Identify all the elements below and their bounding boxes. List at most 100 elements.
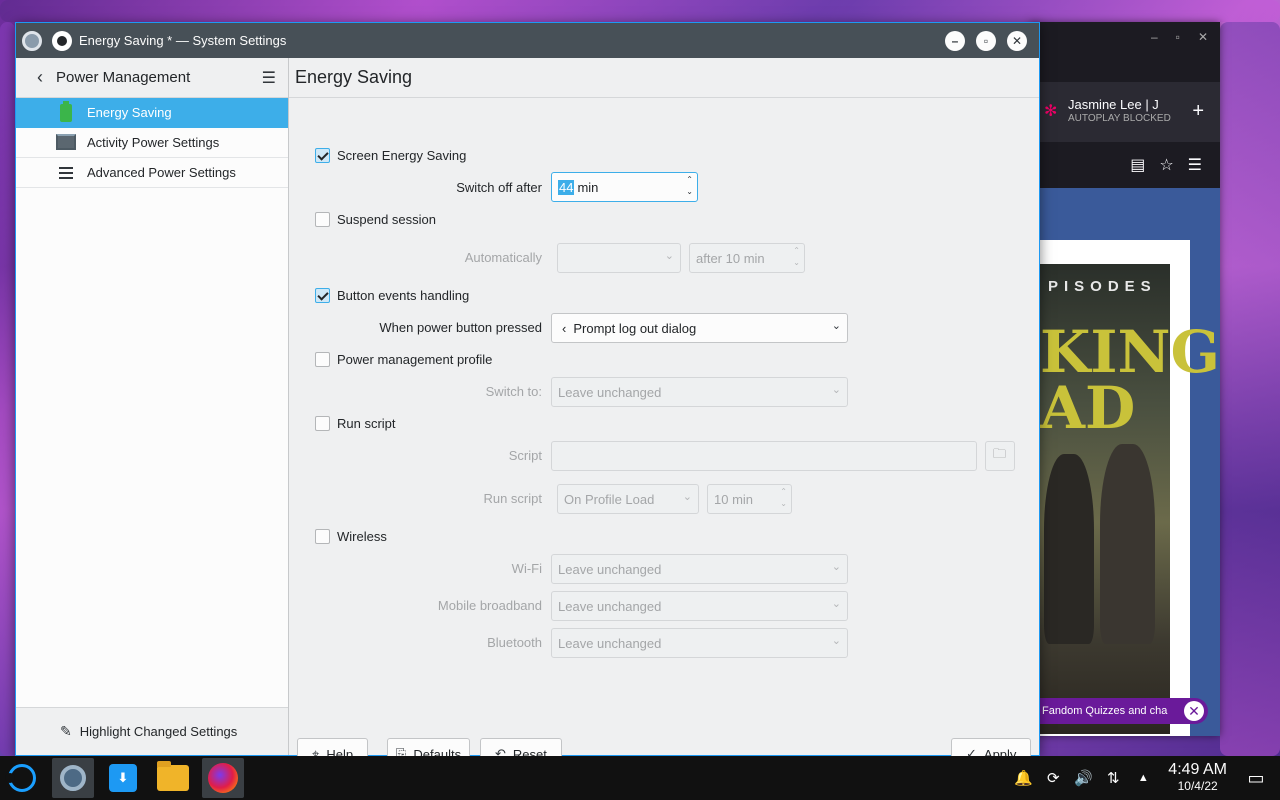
window-titlebar[interactable]: Energy Saving * — System Settings – ▫ ✕: [16, 23, 1039, 58]
clock-date: 10/4/22: [1177, 779, 1218, 793]
firefox-maximize-button[interactable]: ▫: [1176, 30, 1180, 44]
mobile-broadband-combobox[interactable]: Leave unchanged ⌄: [551, 591, 848, 621]
firefox-page-content[interactable]: PISODES KING AD Fandom Quizzes and cha ✕: [1040, 188, 1220, 736]
sidebar-menu-icon[interactable]: ☰: [262, 68, 276, 88]
automatically-label: Automatically: [464, 250, 542, 265]
pen-icon: ✎: [60, 723, 72, 739]
taskbar: ⬇ 🔔 ⟳ 🔊 ⇅ ▲ 4:49 AM 10/4/22 ▭: [0, 756, 1280, 800]
banner-close-icon[interactable]: ✕: [1184, 701, 1204, 721]
switch-to-combobox[interactable]: Leave unchanged ⌄: [551, 377, 848, 407]
wifi-label: Wi-Fi: [511, 561, 542, 576]
sidebar-item-label: Advanced Power Settings: [87, 165, 236, 180]
highlight-changed-settings-label: Highlight Changed Settings: [79, 724, 238, 739]
sidebar-item-activity-power-settings[interactable]: Activity Power Settings: [16, 128, 288, 158]
run-script-when-value: On Profile Load: [564, 491, 655, 507]
wireless-checkbox[interactable]: [315, 529, 330, 544]
reader-view-icon[interactable]: ▤: [1130, 155, 1145, 175]
run-script-when-combobox[interactable]: On Profile Load ⌄: [557, 484, 699, 514]
mobile-broadband-label: Mobile broadband: [437, 598, 542, 613]
button-events-row[interactable]: Button events handling: [315, 288, 469, 303]
switch-off-unit: min: [577, 179, 599, 195]
suspend-session-label: Suspend session: [337, 212, 437, 227]
battery-icon: [56, 100, 76, 122]
suspend-after-spinbox[interactable]: after 10 min ⌃ ⌄: [689, 243, 805, 273]
network-icon[interactable]: ⇅: [1103, 769, 1123, 787]
taskbar-system-settings[interactable]: [52, 758, 94, 798]
spin-arrows-icon[interactable]: ⌃ ⌄: [686, 174, 693, 198]
system-settings-icon: [60, 765, 86, 791]
button-events-label: Button events handling: [337, 288, 470, 303]
button-events-checkbox[interactable]: [315, 288, 330, 303]
sidebar-header: ‹ Power Management ☰: [16, 58, 288, 98]
run-script-row[interactable]: Run script: [315, 416, 396, 431]
firefox-close-button[interactable]: ✕: [1198, 30, 1208, 44]
browse-folder-button[interactable]: 🗀: [985, 441, 1015, 471]
taskbar-firefox[interactable]: [202, 758, 244, 798]
power-button-action-combobox[interactable]: ‹ Prompt log out dialog ⌄: [551, 313, 848, 343]
sidebar-item-label: Energy Saving: [87, 105, 172, 120]
sidebar-item-advanced-power-settings[interactable]: Advanced Power Settings: [16, 158, 288, 188]
list-icon: [56, 164, 76, 182]
spin-arrows-icon: ⌃ ⌄: [780, 487, 787, 508]
page-title: Energy Saving: [289, 58, 1039, 98]
site-favicon-icon: ✻: [1044, 103, 1058, 120]
poster-image: PISODES KING AD: [1040, 264, 1220, 734]
pm-profile-checkbox[interactable]: [315, 352, 330, 367]
volume-icon[interactable]: 🔊: [1073, 769, 1093, 787]
taskbar-discover[interactable]: ⬇: [102, 758, 144, 798]
automatically-combobox[interactable]: ⌄: [557, 243, 681, 273]
system-tray: 🔔 ⟳ 🔊 ⇅ ▲ 4:49 AM 10/4/22 ▭: [1008, 756, 1280, 800]
hamburger-menu-icon[interactable]: ☰: [1188, 155, 1202, 175]
firefox-window[interactable]: – ▫ ✕ ✻ Jasmine Lee | J AUTOPLAY BLOCKED…: [1030, 22, 1220, 736]
suspend-session-row[interactable]: Suspend session: [315, 212, 436, 227]
sidebar-item-label: Activity Power Settings: [87, 135, 220, 150]
close-button[interactable]: ✕: [1007, 31, 1027, 51]
updates-icon[interactable]: ⟳: [1043, 769, 1063, 787]
highlight-changed-settings-button[interactable]: ✎ Highlight Changed Settings: [16, 707, 288, 755]
firefox-tab[interactable]: Jasmine Lee | J AUTOPLAY BLOCKED: [1068, 98, 1171, 126]
switch-off-after-spinbox[interactable]: 44 min ⌃ ⌄: [551, 172, 698, 202]
clock[interactable]: 4:49 AM 10/4/22: [1168, 762, 1227, 794]
pin-icon[interactable]: [52, 30, 72, 51]
firefox-tab-bar: ✻ Jasmine Lee | J AUTOPLAY BLOCKED +: [1030, 82, 1220, 142]
fandom-banner[interactable]: Fandom Quizzes and cha ✕: [1040, 698, 1208, 724]
wifi-combobox[interactable]: Leave unchanged ⌄: [551, 554, 848, 584]
poster-figure: [1100, 444, 1155, 644]
pm-profile-row[interactable]: Power management profile: [315, 352, 492, 367]
sidebar-item-energy-saving[interactable]: Energy Saving: [16, 98, 288, 128]
window-title: Energy Saving * — System Settings: [79, 33, 287, 48]
screen-energy-saving-row[interactable]: Screen Energy Saving: [315, 148, 466, 163]
notifications-icon[interactable]: 🔔: [1013, 769, 1033, 787]
taskbar-file-manager[interactable]: [152, 758, 194, 798]
poster-card[interactable]: PISODES KING AD: [1040, 240, 1220, 736]
poster-heading: PISODES: [1048, 278, 1157, 295]
run-script-checkbox[interactable]: [315, 416, 330, 431]
bluetooth-value: Leave unchanged: [558, 635, 662, 651]
chevron-down-icon: ⌄: [664, 250, 674, 262]
show-desktop-icon[interactable]: ▭: [1246, 768, 1266, 789]
minimize-button[interactable]: –: [945, 31, 965, 51]
tray-expand-icon[interactable]: ▲: [1133, 772, 1153, 784]
run-script-label: Run script: [337, 416, 396, 431]
discover-store-icon: ⬇: [109, 764, 137, 792]
bluetooth-combobox[interactable]: Leave unchanged ⌄: [551, 628, 848, 658]
screen-energy-saving-checkbox[interactable]: [315, 148, 330, 163]
sidebar: ‹ Power Management ☰ Energy Saving Activ…: [16, 58, 289, 755]
switch-off-after-label: Switch off after: [456, 180, 542, 195]
new-tab-icon[interactable]: +: [1192, 100, 1204, 123]
poster-title: KING AD: [1040, 318, 1220, 442]
bookmark-star-icon[interactable]: ☆: [1159, 155, 1173, 175]
maximize-button[interactable]: ▫: [976, 31, 996, 51]
firefox-toolbar: ▤ ☆ ☰: [1030, 142, 1220, 188]
settings-app-icon[interactable]: [22, 30, 42, 51]
run-script-delay-spinbox[interactable]: 10 min ⌃ ⌄: [707, 484, 792, 514]
wireless-row[interactable]: Wireless: [315, 529, 387, 544]
suspend-after-value: after 10 min: [696, 250, 765, 266]
script-path-input[interactable]: [551, 441, 977, 471]
back-icon[interactable]: ‹: [30, 67, 50, 88]
monitor-icon: [56, 133, 76, 152]
suspend-session-checkbox[interactable]: [315, 212, 330, 227]
firefox-icon: [208, 763, 238, 793]
steam-launcher-icon[interactable]: [5, 764, 36, 792]
firefox-minimize-button[interactable]: –: [1151, 30, 1158, 44]
